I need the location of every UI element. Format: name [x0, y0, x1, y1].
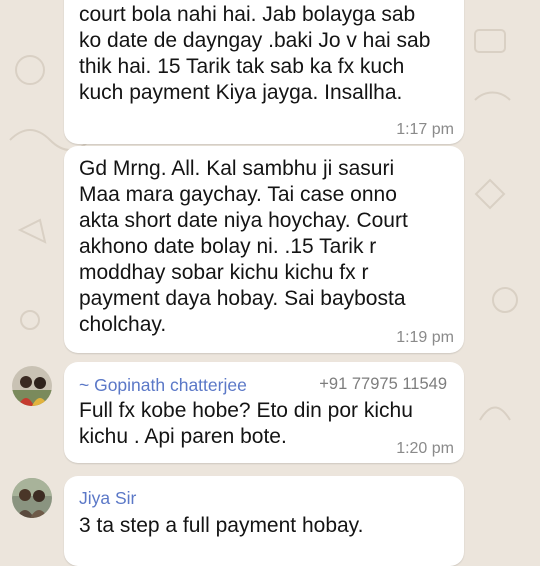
avatar-photo-icon	[12, 366, 52, 406]
sender-name[interactable]: Jiya Sir	[79, 488, 136, 509]
avatar[interactable]	[12, 478, 52, 518]
message-timestamp: 1:19 pm	[396, 329, 454, 346]
message-bubble[interactable]: ~ Gopinath chatterjee +91 77975 11549 Fu…	[64, 362, 464, 463]
sender-name[interactable]: ~ Gopinath chatterjee	[79, 375, 247, 396]
message-text: court bola nahi hai. Jab bolayga sab ko …	[79, 3, 431, 104]
message-timestamp: 1:20 pm	[396, 440, 454, 457]
avatar-photo-icon	[12, 478, 52, 518]
message-bubble[interactable]: Gd Mrng. All. Kal sambhu ji sasuri Maa m…	[64, 146, 464, 353]
message-text: Gd Mrng. All. Kal sambhu ji sasuri Maa m…	[79, 157, 408, 336]
sender-phone: +91 77975 11549	[319, 375, 447, 393]
avatar[interactable]	[12, 366, 52, 406]
message-timestamp: 1:17 pm	[396, 121, 454, 138]
message-text: 3 ta step a full payment hobay.	[79, 514, 364, 537]
message-bubble[interactable]: Jiya Sir 3 ta step a full payment hobay.	[64, 476, 464, 566]
message-text: Full fx kobe hobe? Eto din por kichu kic…	[79, 399, 413, 448]
message-bubble[interactable]: court bola nahi hai. Jab bolayga sab ko …	[64, 0, 464, 144]
